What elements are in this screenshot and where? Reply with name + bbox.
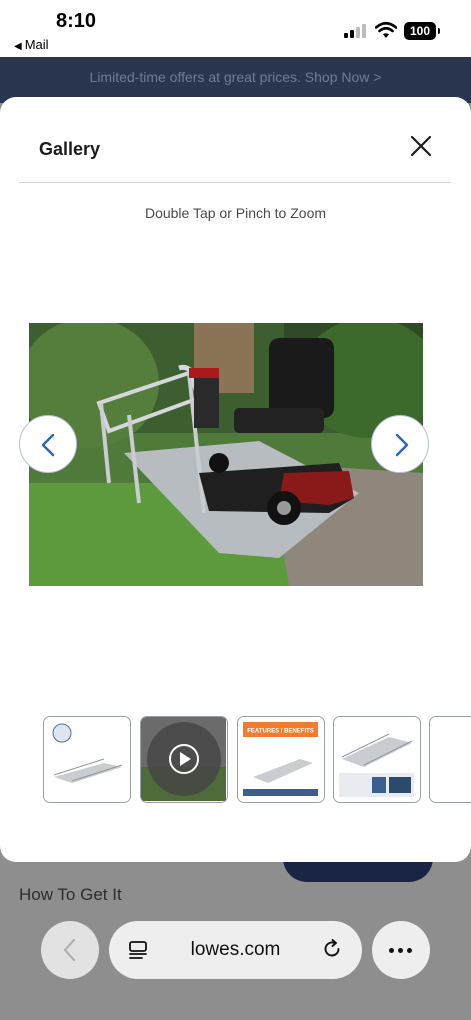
browser-back-button[interactable] xyxy=(41,921,99,979)
features-banner-text: FEATURES / BENEFITS xyxy=(247,729,314,735)
thumbnail-video[interactable] xyxy=(140,716,228,803)
next-image-button[interactable] xyxy=(371,415,429,473)
wifi-icon xyxy=(375,21,397,38)
more-button[interactable] xyxy=(372,921,430,979)
status-time: 8:10 xyxy=(56,10,97,32)
battery-level: 100 xyxy=(409,24,431,38)
gallery-title: Gallery xyxy=(39,139,101,159)
thumbnail-strip: FEATURES / BENEFITS xyxy=(43,716,471,804)
thumbnail-5[interactable] xyxy=(429,716,471,803)
close-button[interactable] xyxy=(404,129,438,163)
more-icon xyxy=(389,948,394,953)
zoom-hint: Double Tap or Pinch to Zoom xyxy=(144,205,327,221)
previous-image-button[interactable] xyxy=(19,415,77,473)
signal-icon xyxy=(344,22,368,38)
back-app-label: Mail xyxy=(24,37,49,52)
back-to-mail-link[interactable]: ◀ Mail xyxy=(14,37,49,52)
back-icon xyxy=(63,938,76,962)
address-bar[interactable]: lowes.com xyxy=(109,921,362,979)
play-video-icon xyxy=(147,722,221,796)
chevron-left-icon xyxy=(41,433,55,457)
promo-text: Limited-time offers at great prices. Sho… xyxy=(89,69,382,85)
main-product-image[interactable] xyxy=(29,323,423,586)
close-icon xyxy=(410,135,432,157)
gallery-modal: Gallery Double Tap or Pinch to Zoom FEAT… xyxy=(0,97,471,862)
header-divider xyxy=(19,182,451,183)
thumbnail-features[interactable]: FEATURES / BENEFITS xyxy=(237,716,325,803)
thumbnail-1[interactable] xyxy=(43,716,131,803)
battery-icon: 100 xyxy=(404,22,440,40)
chevron-right-icon xyxy=(395,433,409,457)
how-to-get-it-heading: How To Get It xyxy=(19,885,122,904)
status-bar: 8:10 ◀ Mail 100 xyxy=(0,0,471,57)
back-triangle-icon: ◀ xyxy=(14,41,22,52)
reload-icon[interactable] xyxy=(321,938,343,960)
thumbnail-4[interactable] xyxy=(333,716,421,803)
